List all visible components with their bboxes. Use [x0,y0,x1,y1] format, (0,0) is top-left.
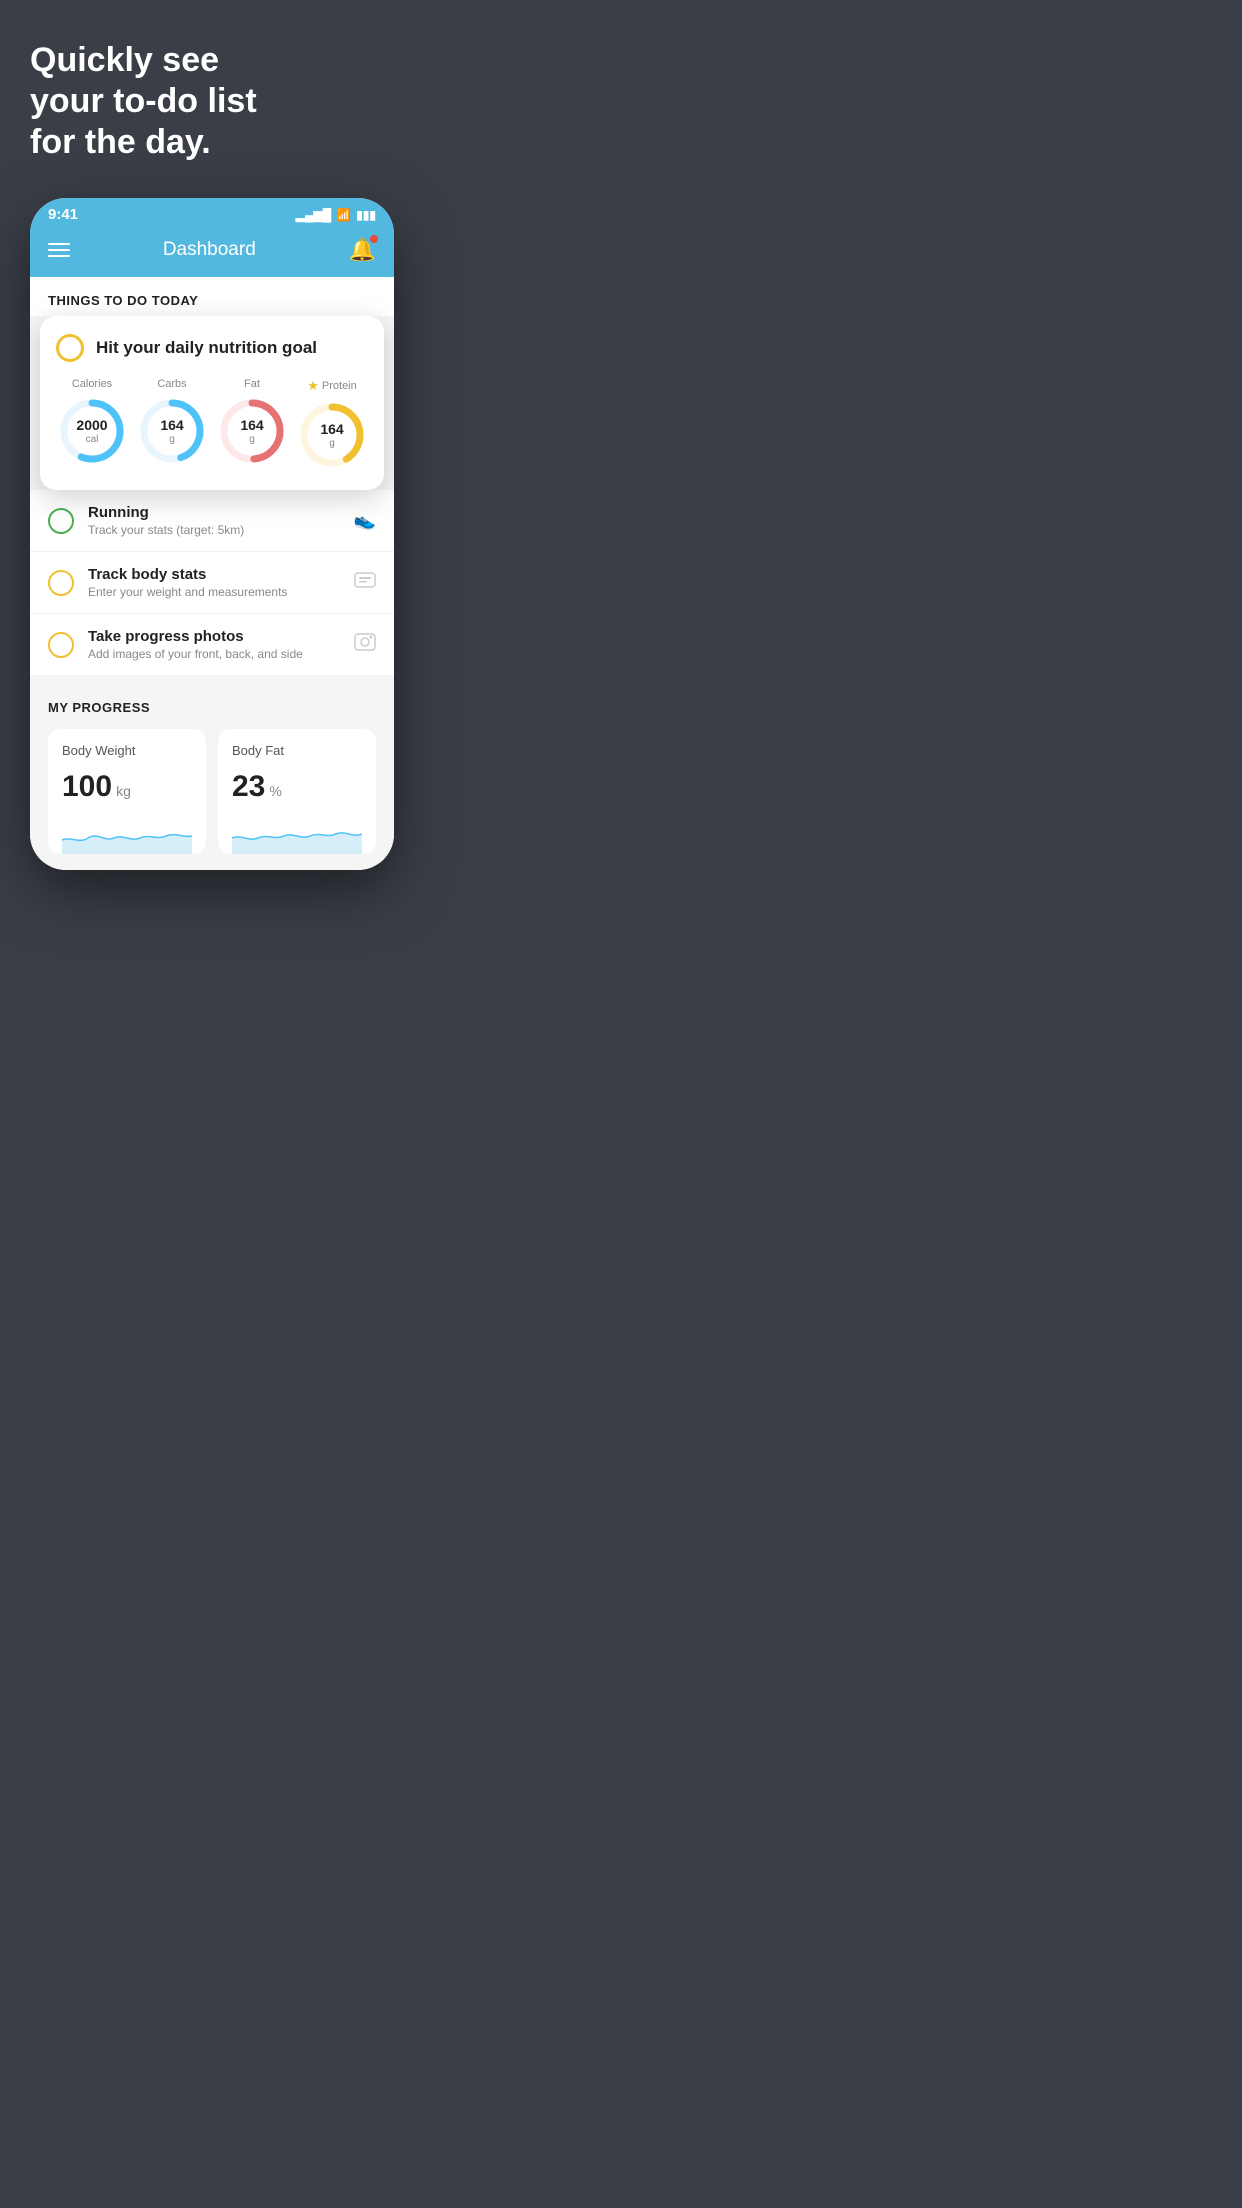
nutrition-check-circle[interactable] [56,334,84,362]
todo-item-body-stats[interactable]: Track body stats Enter your weight and m… [30,552,394,614]
protein-donut: 164 g [297,400,367,470]
phone-content: THINGS TO DO TODAY Hit your daily nutrit… [30,277,394,870]
body-fat-unit: % [269,783,281,799]
status-icons: ▂▄▆█ 📶 ▮▮▮ [296,208,376,222]
todo-sub-photos: Add images of your front, back, and side [88,647,340,661]
notification-dot [370,235,378,243]
carbs-label: Carbs [157,378,186,390]
signal-icon: ▂▄▆█ [296,208,331,222]
todo-text-photos: Take progress photos Add images of your … [88,628,340,661]
body-fat-card[interactable]: Body Fat 23 % [218,729,376,854]
body-fat-title: Body Fat [232,743,362,758]
body-weight-number: 100 [62,770,112,804]
body-weight-value-row: 100 kg [62,770,192,804]
star-icon: ★ [307,378,319,394]
todo-check-photos[interactable] [48,632,74,658]
phone-shell: 9:41 ▂▄▆█ 📶 ▮▮▮ Dashboard 🔔 THINGS TO DO… [30,198,394,870]
carbs-donut: 164 g [137,396,207,466]
todo-text-body-stats: Track body stats Enter your weight and m… [88,566,340,599]
nutrition-calories: Calories 2000 cal [57,378,127,470]
nutrition-row: Calories 2000 cal [56,378,368,470]
nutrition-protein: ★ Protein 164 g [297,378,367,470]
body-weight-card[interactable]: Body Weight 100 kg [48,729,206,854]
notification-bell[interactable]: 🔔 [349,237,376,263]
body-weight-title: Body Weight [62,743,192,758]
calories-donut: 2000 cal [57,396,127,466]
progress-header: MY PROGRESS [48,700,376,715]
nutrition-card: Hit your daily nutrition goal Calories 2 [40,316,384,490]
todo-name-running: Running [88,504,340,521]
status-bar: 9:41 ▂▄▆█ 📶 ▮▮▮ [30,198,394,227]
wifi-icon: 📶 [336,208,351,222]
todo-text-running: Running Track your stats (target: 5km) [88,504,340,537]
todo-name-body-stats: Track body stats [88,566,340,583]
body-fat-number: 23 [232,770,265,804]
card-title: Hit your daily nutrition goal [96,338,317,358]
body-fat-wave [232,818,362,854]
body-fat-value-row: 23 % [232,770,362,804]
things-to-do-header: THINGS TO DO TODAY [30,277,394,316]
battery-icon: ▮▮▮ [356,208,376,222]
todo-check-running[interactable] [48,508,74,534]
todo-sub-running: Track your stats (target: 5km) [88,523,340,537]
todo-list: Running Track your stats (target: 5km) 👟… [30,490,394,676]
progress-section: MY PROGRESS Body Weight 100 kg [30,676,394,870]
progress-cards: Body Weight 100 kg [48,729,376,854]
photo-icon [354,631,376,658]
calories-label: Calories [72,378,112,390]
fat-donut: 164 g [217,396,287,466]
todo-item-running[interactable]: Running Track your stats (target: 5km) 👟 [30,490,394,552]
todo-item-photos[interactable]: Take progress photos Add images of your … [30,614,394,676]
nutrition-fat: Fat 164 g [217,378,287,470]
todo-sub-body-stats: Enter your weight and measurements [88,585,340,599]
card-title-row: Hit your daily nutrition goal [56,334,368,362]
todo-name-photos: Take progress photos [88,628,340,645]
nutrition-carbs: Carbs 164 g [137,378,207,470]
status-time: 9:41 [48,206,78,223]
body-weight-wave [62,818,192,854]
body-weight-unit: kg [116,783,131,799]
nav-bar: Dashboard 🔔 [30,227,394,277]
headline: Quickly see your to-do list for the day. [30,40,394,162]
todo-check-body-stats[interactable] [48,570,74,596]
running-icon: 👟 [354,510,376,531]
scale-icon [354,569,376,596]
protein-label: ★ Protein [307,378,357,394]
nav-title: Dashboard [163,239,256,261]
app-background: Quickly see your to-do list for the day.… [0,0,414,900]
fat-label: Fat [244,378,260,390]
hamburger-menu[interactable] [48,243,70,257]
